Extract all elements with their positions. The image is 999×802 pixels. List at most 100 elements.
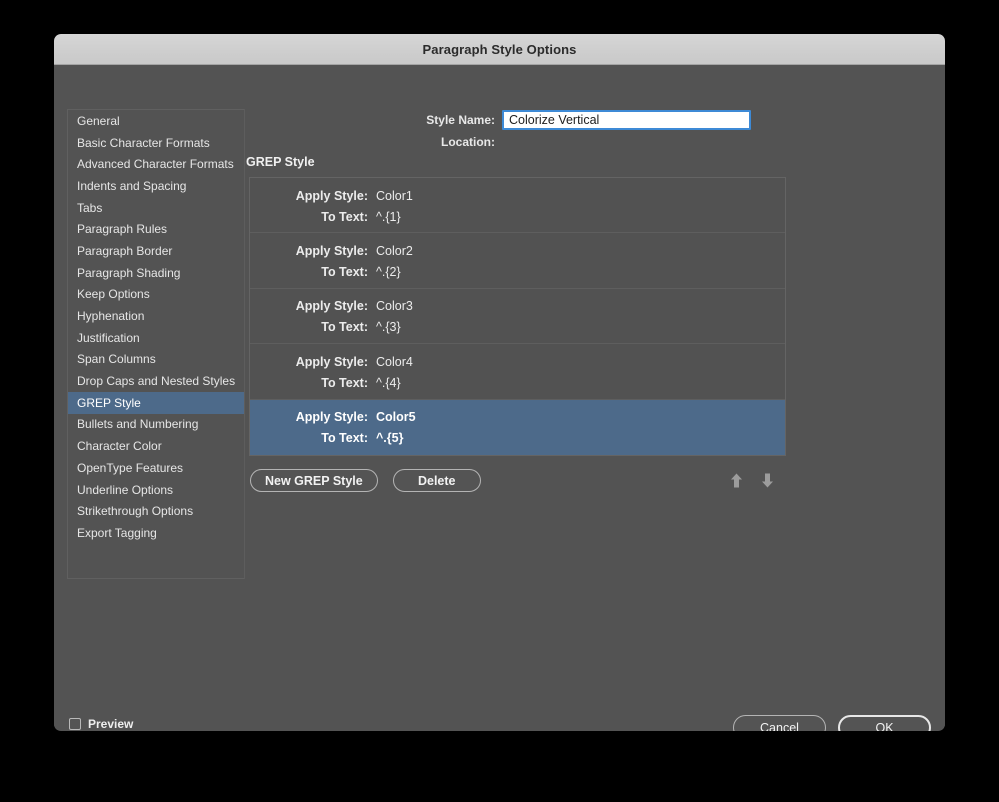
new-grep-style-button[interactable]: New GREP Style	[250, 469, 378, 492]
sidebar-item-label: Justification	[77, 330, 140, 345]
sidebar-item-character-color[interactable]: Character Color	[68, 435, 244, 457]
sidebar-item-label: Drop Caps and Nested Styles	[77, 374, 236, 389]
apply-style-value[interactable]: Color3	[376, 299, 413, 313]
sidebar-item-label: Export Tagging	[77, 525, 157, 540]
apply-style-line: Apply Style: Color5	[250, 407, 785, 428]
sidebar-item-drop-caps-and-nested-styles[interactable]: Drop Caps and Nested Styles	[68, 370, 244, 392]
ok-button[interactable]: OK	[838, 715, 931, 731]
sidebar-item-label: Underline Options	[77, 482, 174, 497]
to-text-line: To Text: ^.{3}	[250, 317, 785, 338]
sidebar-item-label: Strikethrough Options	[77, 504, 194, 519]
style-name-input[interactable]: Colorize Vertical	[502, 110, 751, 130]
sidebar-item-advanced-character-formats[interactable]: Advanced Character Formats	[68, 153, 244, 175]
sidebar-item-label: Basic Character Formats	[77, 135, 210, 150]
sidebar-item-bullets-and-numbering[interactable]: Bullets and Numbering	[68, 414, 244, 436]
sidebar-item-label: Tabs	[77, 200, 103, 215]
preview-checkbox[interactable]	[69, 718, 81, 730]
dialog-body: General Basic Character Formats Advanced C…	[54, 65, 945, 731]
to-text-label: To Text:	[321, 431, 368, 446]
sidebar-item-general[interactable]: General	[68, 110, 244, 132]
to-text-label: To Text:	[321, 375, 368, 390]
sidebar-item-label: Bullets and Numbering	[77, 417, 199, 432]
location-row: Location:	[364, 135, 502, 149]
sidebar-item-label: General	[77, 113, 120, 128]
to-text-label: To Text:	[321, 264, 368, 279]
sidebar-item-paragraph-border[interactable]: Paragraph Border	[68, 240, 244, 262]
sidebar-item-label: Paragraph Border	[77, 243, 173, 258]
apply-style-line: Apply Style: Color2	[250, 240, 785, 261]
to-text-label: To Text:	[321, 209, 368, 224]
grep-style-row[interactable]: Apply Style: Color1 To Text: ^.{1}	[250, 178, 785, 234]
sidebar-item-hyphenation[interactable]: Hyphenation	[68, 305, 244, 327]
to-text-line: To Text: ^.{2}	[250, 261, 785, 282]
to-text-line: To Text: ^.{4}	[250, 372, 785, 393]
apply-style-value[interactable]: Color5	[376, 410, 416, 424]
apply-style-label: Apply Style:	[295, 243, 368, 258]
arrow-down-icon[interactable]	[761, 473, 774, 488]
to-text-value[interactable]: ^.{5}	[376, 431, 403, 445]
apply-style-line: Apply Style: Color4	[250, 351, 785, 372]
grep-style-row[interactable]: Apply Style: Color4 To Text: ^.{4}	[250, 344, 785, 400]
sidebar-item-keep-options[interactable]: Keep Options	[68, 284, 244, 306]
sidebar-item-label: Indents and Spacing	[77, 178, 187, 193]
sidebar-item-label: Advanced Character Formats	[77, 157, 234, 172]
paragraph-style-options-dialog: Paragraph Style Options General Basic Cha…	[54, 34, 945, 731]
dialog-titlebar: Paragraph Style Options	[54, 34, 945, 65]
apply-style-label: Apply Style:	[295, 354, 368, 369]
sidebar-item-export-tagging[interactable]: Export Tagging	[68, 522, 244, 544]
location-label: Location:	[441, 135, 495, 149]
sidebar-item-label: Paragraph Rules	[77, 222, 168, 237]
apply-style-label: Apply Style:	[295, 410, 368, 425]
sidebar-item-label: Span Columns	[77, 352, 156, 367]
to-text-value[interactable]: ^.{3}	[376, 320, 401, 334]
apply-style-line: Apply Style: Color3	[250, 296, 785, 317]
reorder-controls	[730, 469, 774, 492]
to-text-line: To Text: ^.{1}	[250, 206, 785, 227]
sidebar-item-opentype-features[interactable]: OpenType Features	[68, 457, 244, 479]
dialog-footer-buttons: Cancel OK	[733, 715, 931, 731]
sidebar-item-basic-character-formats[interactable]: Basic Character Formats	[68, 132, 244, 154]
sidebar-item-label: Character Color	[77, 439, 162, 454]
style-name-value: Colorize Vertical	[509, 113, 600, 127]
sidebar-item-label: GREP Style	[77, 395, 141, 410]
apply-style-label: Apply Style:	[295, 299, 368, 314]
screen: Paragraph Style Options General Basic Cha…	[0, 0, 999, 802]
section-title: GREP Style	[246, 155, 315, 169]
arrow-up-icon[interactable]	[730, 473, 743, 488]
sidebar-item-indents-and-spacing[interactable]: Indents and Spacing	[68, 175, 244, 197]
to-text-value[interactable]: ^.{2}	[376, 265, 401, 279]
category-list[interactable]: General Basic Character Formats Advanced C…	[67, 109, 245, 579]
grep-style-row[interactable]: Apply Style: Color2 To Text: ^.{2}	[250, 233, 785, 289]
delete-button[interactable]: Delete	[392, 469, 481, 492]
sidebar-item-label: Hyphenation	[77, 309, 145, 324]
sidebar-item-justification[interactable]: Justification	[68, 327, 244, 349]
sidebar-item-label: Paragraph Shading	[77, 265, 181, 280]
style-name-row: Style Name: Colorize Vertical	[364, 110, 751, 130]
apply-style-value[interactable]: Color2	[376, 244, 413, 258]
sidebar-item-span-columns[interactable]: Span Columns	[68, 349, 244, 371]
cancel-button[interactable]: Cancel	[733, 715, 826, 731]
apply-style-value[interactable]: Color4	[376, 355, 413, 369]
sidebar-item-underline-options[interactable]: Underline Options	[68, 479, 244, 501]
grep-style-list[interactable]: Apply Style: Color1 To Text: ^.{1} Apply Sty…	[249, 177, 786, 456]
sidebar-item-strikethrough-options[interactable]: Strikethrough Options	[68, 500, 244, 522]
grep-style-row[interactable]: Apply Style: Color5 To Text: ^.{5}	[250, 399, 785, 455]
to-text-value[interactable]: ^.{4}	[376, 376, 401, 390]
apply-style-label: Apply Style:	[295, 188, 368, 203]
grep-actions: New GREP Style Delete	[250, 469, 481, 492]
sidebar-item-paragraph-rules[interactable]: Paragraph Rules	[68, 218, 244, 240]
apply-style-value[interactable]: Color1	[376, 189, 413, 203]
sidebar-item-label: Keep Options	[77, 287, 150, 302]
sidebar-item-tabs[interactable]: Tabs	[68, 197, 244, 219]
style-name-label: Style Name:	[426, 113, 495, 127]
grep-style-row[interactable]: Apply Style: Color3 To Text: ^.{3}	[250, 289, 785, 345]
apply-style-line: Apply Style: Color1	[250, 185, 785, 206]
to-text-label: To Text:	[321, 320, 368, 335]
sidebar-item-grep-style[interactable]: GREP Style	[68, 391, 244, 414]
panel-divider	[244, 109, 245, 579]
sidebar-item-paragraph-shading[interactable]: Paragraph Shading	[68, 262, 244, 284]
preview-label: Preview	[88, 717, 134, 731]
preview-control[interactable]: Preview	[69, 717, 133, 731]
to-text-line: To Text: ^.{5}	[250, 428, 785, 449]
to-text-value[interactable]: ^.{1}	[376, 210, 401, 224]
